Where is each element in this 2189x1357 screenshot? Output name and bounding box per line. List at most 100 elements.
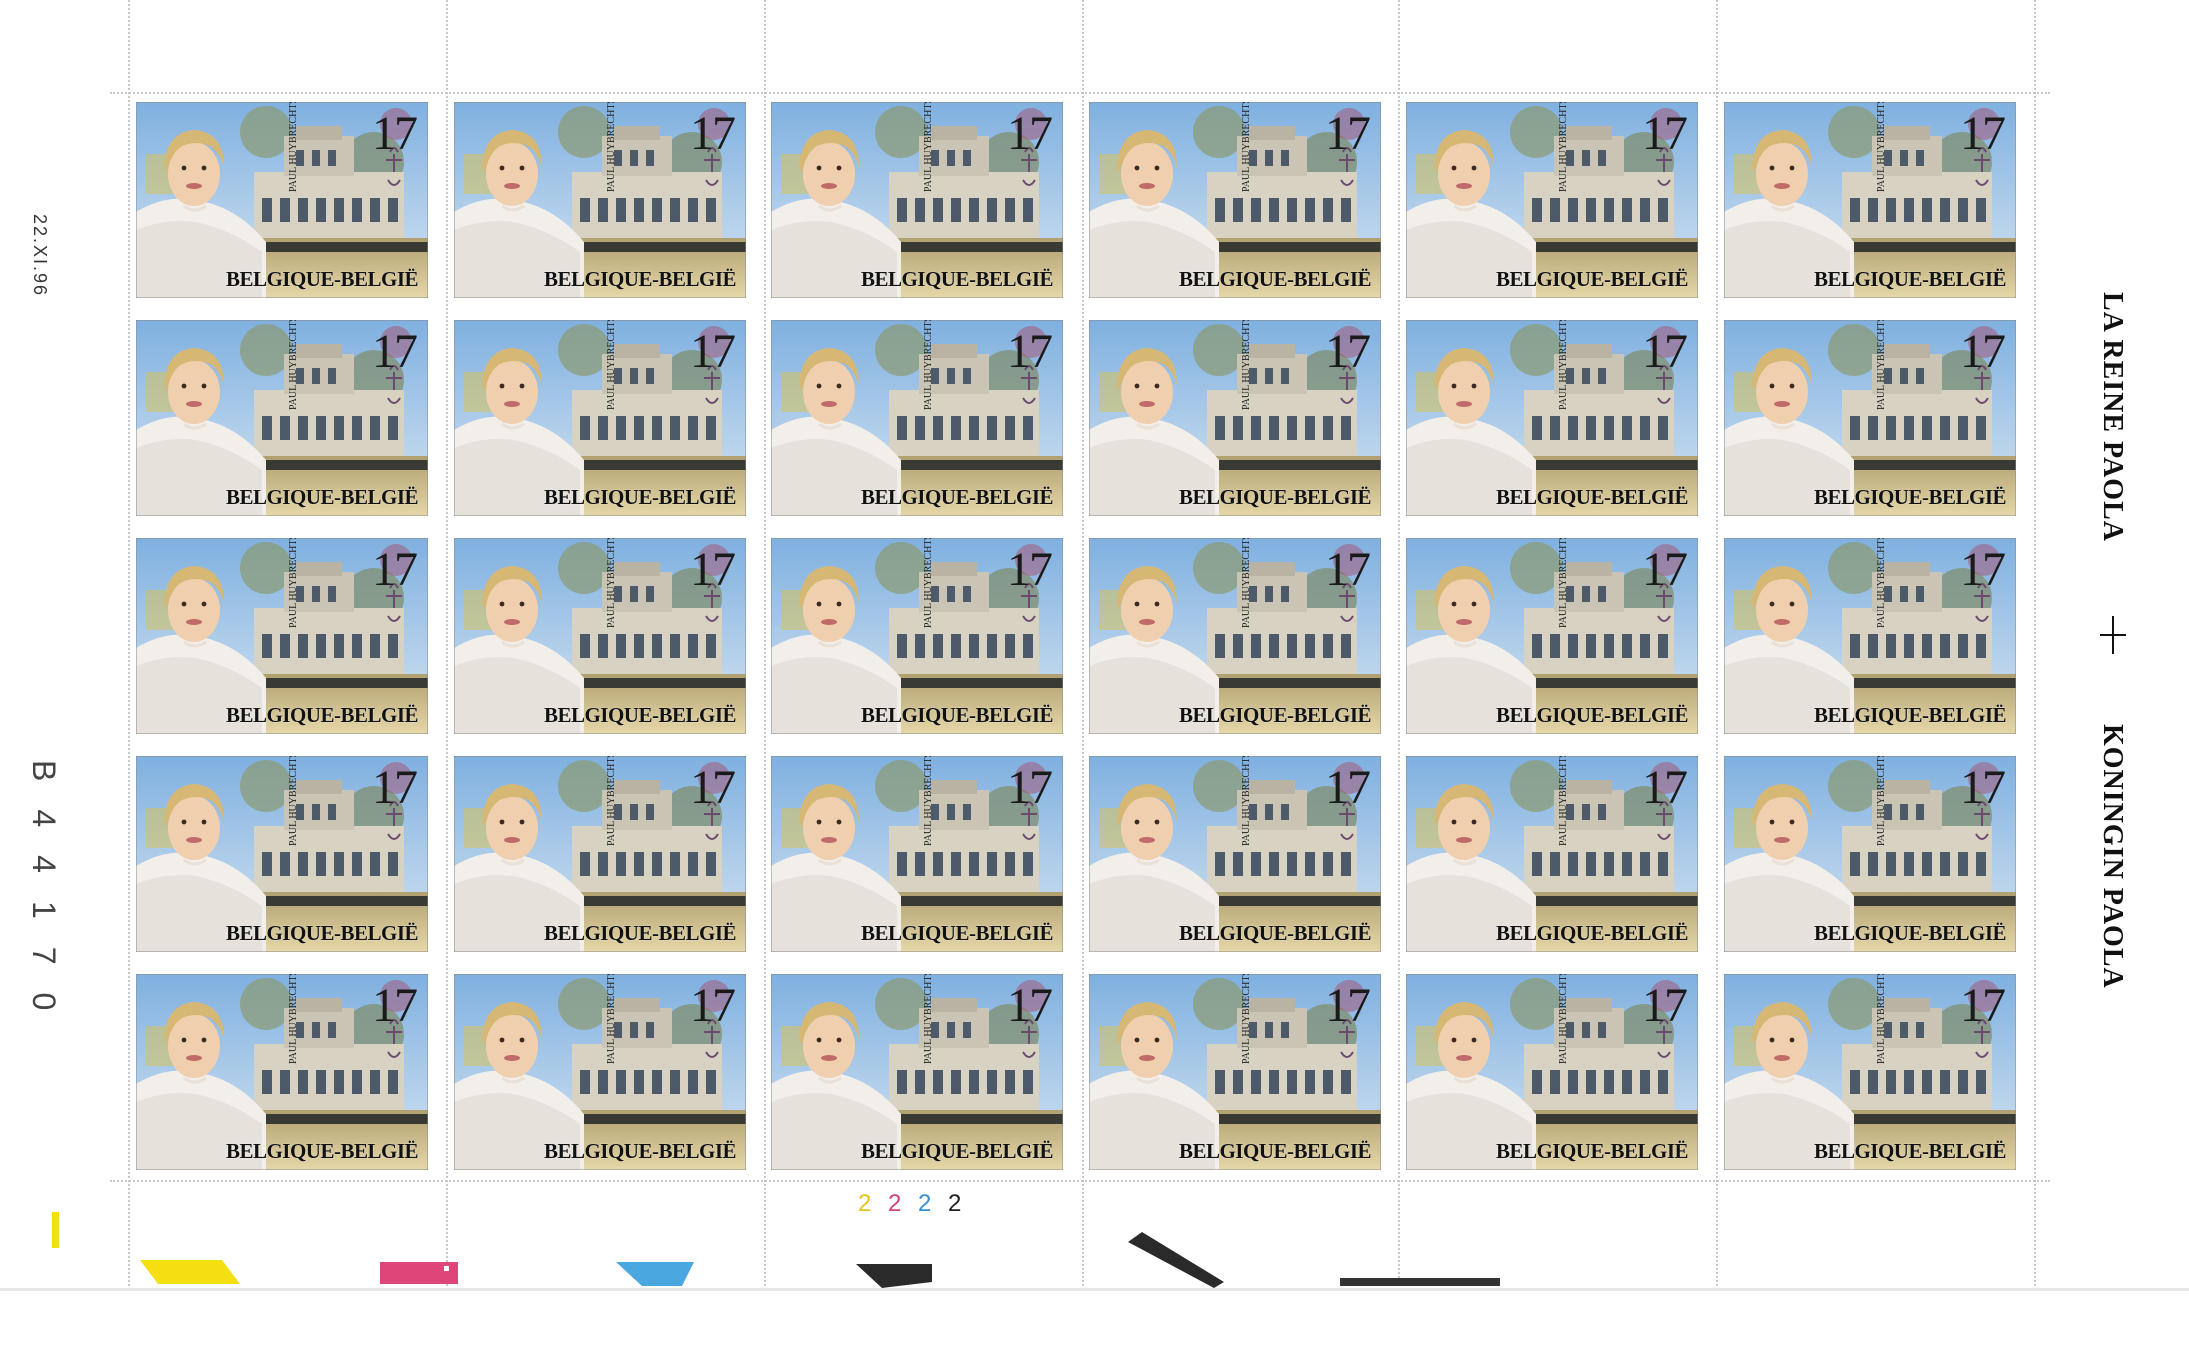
color-mark-cyan — [616, 1262, 694, 1286]
stamp-designer-mark: PAUL HUYBRECHTS — [1876, 974, 1887, 1064]
stamp-designer-mark: PAUL HUYBRECHTS — [1558, 756, 1569, 846]
stamp-designer-mark: PAUL HUYBRECHTS — [1876, 102, 1887, 192]
stamp-country: BELGIQUE-BELGIË — [543, 921, 737, 945]
stamp-designer-mark: PAUL HUYBRECHTS — [923, 320, 934, 410]
stamp-value: 17 — [1007, 543, 1053, 596]
stamp-value: 17 — [1642, 761, 1688, 814]
sheet-number: B44170 — [26, 760, 62, 1039]
stamp-value: 17 — [372, 543, 418, 596]
stamp-value: 17 — [1007, 107, 1053, 160]
perforation-line — [1716, 0, 1718, 1290]
plate-number: 2 — [948, 1190, 962, 1217]
stamp-value: 17 — [1960, 543, 2006, 596]
stamp-country: BELGIQUE-BELGIË — [225, 1139, 419, 1163]
perforation-line — [1398, 0, 1400, 1290]
stamp: 17 BELGIQUE-BELGIË PAUL HUYBRECHTS — [1089, 974, 1381, 1170]
stamp: 17 BELGIQUE-BELGIË PAUL HUYBRECHTS — [136, 102, 428, 298]
stamp-country: BELGIQUE-BELGIË — [1178, 1139, 1372, 1163]
perforation-line — [764, 0, 766, 1290]
stamp: 17 BELGIQUE-BELGIË PAUL HUYBRECHTS — [1724, 102, 2016, 298]
stamp: 17 BELGIQUE-BELGIË PAUL HUYBRECHTS — [136, 974, 428, 1170]
stamp-value: 17 — [690, 543, 736, 596]
stamp-country: BELGIQUE-BELGIË — [1495, 921, 1689, 945]
stamp-value: 17 — [690, 325, 736, 378]
stamp-designer-mark: PAUL HUYBRECHTS — [923, 756, 934, 846]
color-mark-black-bar — [1340, 1278, 1500, 1286]
stamp-designer-mark: PAUL HUYBRECHTS — [1241, 756, 1252, 846]
stamp: 17 BELGIQUE-BELGIË PAUL HUYBRECHTS — [454, 538, 746, 734]
stamp-value: 17 — [372, 325, 418, 378]
stamp-country: BELGIQUE-BELGIË — [1178, 921, 1372, 945]
stamp-value: 17 — [1642, 979, 1688, 1032]
stamp: 17 BELGIQUE-BELGIË PAUL HUYBRECHTS — [1724, 756, 2016, 952]
plate-number: 2 — [858, 1190, 872, 1217]
stamp-country: BELGIQUE-BELGIË — [1813, 921, 2007, 945]
stamp: 17 BELGIQUE-BELGIË PAUL HUYBRECHTS — [771, 102, 1063, 298]
stamp-country: BELGIQUE-BELGIË — [860, 921, 1054, 945]
stamp: 17 BELGIQUE-BELGIË PAUL HUYBRECHTS — [771, 756, 1063, 952]
stamp: 17 BELGIQUE-BELGIË PAUL HUYBRECHTS — [1724, 974, 2016, 1170]
stamp-designer-mark: PAUL HUYBRECHTS — [606, 320, 617, 410]
stamp-sheet: 17 BELGIQUE-BELGIË PAUL HUYBRECHTS 17 BE… — [0, 0, 2189, 1357]
print-date: 22.XI.96 — [30, 214, 50, 298]
stamp-designer-mark: PAUL HUYBRECHTS — [923, 538, 934, 628]
stamp-designer-mark: PAUL HUYBRECHTS — [1241, 538, 1252, 628]
perforation-line — [110, 1180, 2050, 1182]
stamp-country: BELGIQUE-BELGIË — [1495, 267, 1689, 291]
stamp: 17 BELGIQUE-BELGIË PAUL HUYBRECHTS — [1406, 538, 1698, 734]
color-mark-yellow-small — [52, 1212, 59, 1248]
stamp-value: 17 — [1960, 761, 2006, 814]
stamp-designer-mark: PAUL HUYBRECHTS — [1558, 102, 1569, 192]
stamp-country: BELGIQUE-BELGIË — [225, 703, 419, 727]
stamp: 17 BELGIQUE-BELGIË PAUL HUYBRECHTS — [771, 538, 1063, 734]
stamp-value: 17 — [1007, 979, 1053, 1032]
perforation-line — [128, 0, 130, 1290]
stamp-country: BELGIQUE-BELGIË — [1178, 267, 1372, 291]
stamp-designer-mark: PAUL HUYBRECHTS — [606, 756, 617, 846]
stamp-country: BELGIQUE-BELGIË — [543, 1139, 737, 1163]
stamp-designer-mark: PAUL HUYBRECHTS — [1241, 974, 1252, 1064]
stamp-value: 17 — [1325, 107, 1371, 160]
color-mark-black — [856, 1264, 932, 1288]
stamp: 17 BELGIQUE-BELGIË PAUL HUYBRECHTS — [1089, 756, 1381, 952]
stamp-value: 17 — [1960, 107, 2006, 160]
stamp-value: 17 — [1960, 325, 2006, 378]
perforation-line — [2034, 0, 2036, 1290]
stamp: 17 BELGIQUE-BELGIË PAUL HUYBRECHTS — [1406, 756, 1698, 952]
stamp: 17 BELGIQUE-BELGIË PAUL HUYBRECHTS — [1406, 320, 1698, 516]
stamp-designer-mark: PAUL HUYBRECHTS — [606, 974, 617, 1064]
stamp-country: BELGIQUE-BELGIË — [543, 485, 737, 509]
stamp-designer-mark: PAUL HUYBRECHTS — [1558, 538, 1569, 628]
stamp-designer-mark: PAUL HUYBRECHTS — [1241, 320, 1252, 410]
stamp-value: 17 — [1642, 107, 1688, 160]
stamp: 17 BELGIQUE-BELGIË PAUL HUYBRECHTS — [454, 320, 746, 516]
stamp-country: BELGIQUE-BELGIË — [860, 703, 1054, 727]
stamp-value: 17 — [690, 761, 736, 814]
stamp: 17 BELGIQUE-BELGIË PAUL HUYBRECHTS — [1089, 320, 1381, 516]
stamp-country: BELGIQUE-BELGIË — [1813, 1139, 2007, 1163]
stamp: 17 BELGIQUE-BELGIË PAUL HUYBRECHTS — [454, 974, 746, 1170]
stamp: 17 BELGIQUE-BELGIË PAUL HUYBRECHTS — [136, 538, 428, 734]
stamp: 17 BELGIQUE-BELGIË PAUL HUYBRECHTS — [1724, 538, 2016, 734]
stamp: 17 BELGIQUE-BELGIË PAUL HUYBRECHTS — [771, 974, 1063, 1170]
plate-number: 2 — [888, 1190, 902, 1217]
color-mark-black-diagonal — [1128, 1232, 1224, 1288]
color-mark-magenta — [380, 1262, 458, 1284]
stamp-designer-mark: PAUL HUYBRECHTS — [1558, 320, 1569, 410]
perforation-line — [446, 0, 448, 1290]
stamp-designer-mark: PAUL HUYBRECHTS — [288, 538, 299, 628]
stamp-value: 17 — [372, 979, 418, 1032]
stamp-designer-mark: PAUL HUYBRECHTS — [606, 538, 617, 628]
stamp-designer-mark: PAUL HUYBRECHTS — [1876, 538, 1887, 628]
stamp-country: BELGIQUE-BELGIË — [860, 267, 1054, 291]
stamp-country: BELGIQUE-BELGIË — [543, 267, 737, 291]
stamp-designer-mark: PAUL HUYBRECHTS — [1241, 102, 1252, 192]
stamp-value: 17 — [690, 107, 736, 160]
stamp: 17 BELGIQUE-BELGIË PAUL HUYBRECHTS — [1724, 320, 2016, 516]
stamp: 17 BELGIQUE-BELGIË PAUL HUYBRECHTS — [454, 102, 746, 298]
stamp-value: 17 — [1960, 979, 2006, 1032]
stamp-designer-mark: PAUL HUYBRECHTS — [288, 974, 299, 1064]
stamp-country: BELGIQUE-BELGIË — [225, 921, 419, 945]
stamp-value: 17 — [1642, 543, 1688, 596]
stamp-value: 17 — [690, 979, 736, 1032]
